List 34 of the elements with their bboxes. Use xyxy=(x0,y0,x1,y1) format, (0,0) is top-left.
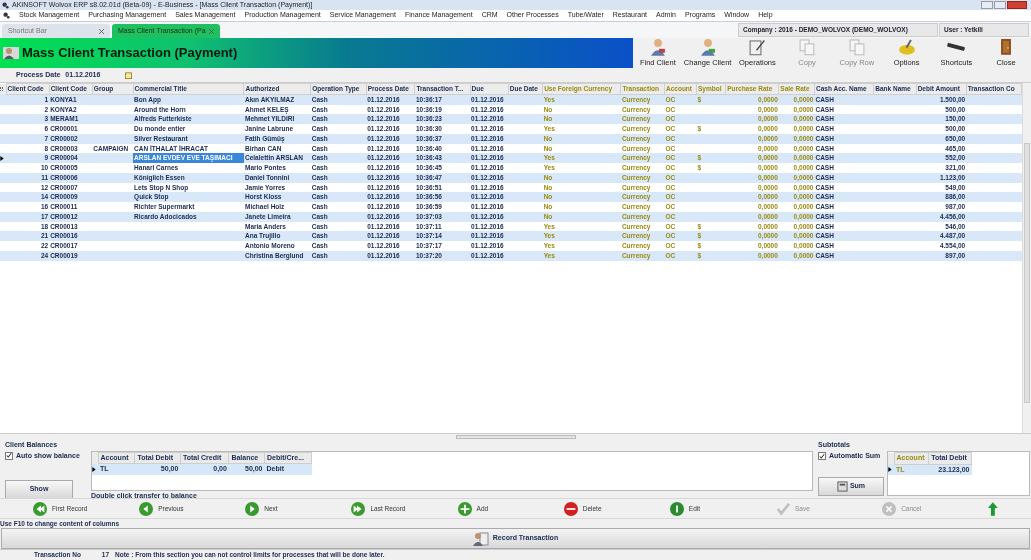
copy-icon xyxy=(847,38,866,56)
form-title: Mass Client Transaction (Payment) xyxy=(22,44,238,63)
up-arrow-icon[interactable] xyxy=(988,501,998,516)
round-icon xyxy=(882,501,897,516)
grip-icon xyxy=(0,86,3,91)
checkmark-icon xyxy=(776,501,790,516)
round-icon xyxy=(351,501,366,516)
round-icon xyxy=(563,501,578,516)
person-document-icon xyxy=(472,531,489,546)
round-icon xyxy=(669,501,684,516)
close-icon[interactable] xyxy=(209,28,214,34)
row-pointer-icon xyxy=(888,467,892,472)
checkbox[interactable] xyxy=(5,451,13,460)
splitter-handle[interactable] xyxy=(455,435,576,439)
person-icon xyxy=(648,38,667,56)
calendar-icon[interactable] xyxy=(125,71,133,79)
row-pointer-icon xyxy=(92,466,96,472)
round-icon xyxy=(139,501,154,516)
minimize-button[interactable] xyxy=(981,1,993,9)
round-icon xyxy=(245,501,260,516)
scrollbar[interactable] xyxy=(1022,83,1031,433)
round-icon xyxy=(457,501,472,516)
tools-icon xyxy=(897,38,916,56)
checkbox[interactable] xyxy=(818,452,826,461)
app-icon xyxy=(3,12,10,19)
person-icon xyxy=(698,38,717,56)
close-icon[interactable] xyxy=(99,28,104,34)
maximize-button[interactable] xyxy=(994,1,1006,9)
app-icon xyxy=(2,1,9,9)
person-icon xyxy=(3,45,19,61)
close-button[interactable] xyxy=(1007,1,1027,9)
round-icon xyxy=(33,501,47,516)
calculator-icon xyxy=(836,481,848,492)
copy-icon xyxy=(798,38,817,56)
